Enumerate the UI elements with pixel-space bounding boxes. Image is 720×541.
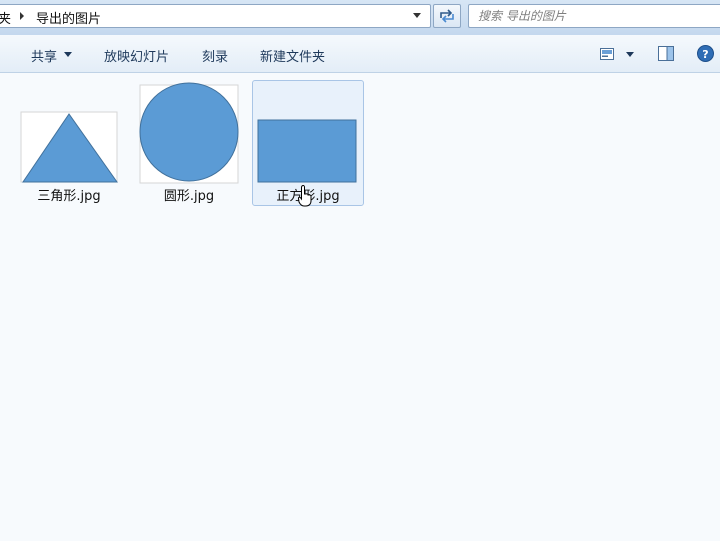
share-dropdown-icon[interactable]	[64, 52, 72, 57]
search-box[interactable]	[468, 4, 720, 28]
file-item-circle[interactable]: 圆形.jpg	[133, 80, 245, 206]
triangle-thumbnail[interactable]	[14, 81, 126, 185]
preview-pane-icon[interactable]	[658, 46, 674, 61]
circle-thumbnail[interactable]	[134, 81, 246, 185]
address-bar-row: 夹 导出的图片	[0, 0, 720, 35]
breadcrumb-separator-icon[interactable]	[20, 12, 24, 20]
breadcrumb-parent[interactable]: 夹	[0, 8, 11, 27]
share-button[interactable]: 共享	[31, 46, 57, 65]
file-name-label[interactable]: 圆形.jpg	[134, 185, 244, 204]
address-bar[interactable]: 夹 导出的图片	[0, 4, 431, 28]
new-folder-button[interactable]: 新建文件夹	[260, 46, 325, 65]
change-view-icon[interactable]	[600, 48, 614, 60]
file-name-label[interactable]: 三角形.jpg	[14, 185, 124, 204]
rectangle-thumbnail[interactable]	[253, 81, 365, 185]
refresh-icon	[440, 9, 454, 23]
search-input[interactable]	[478, 7, 708, 25]
help-icon[interactable]: ?	[697, 45, 714, 62]
file-list[interactable]: 三角形.jpg 圆形.jpg 正方形.jpg	[0, 73, 720, 541]
address-history-dropdown-icon[interactable]	[413, 13, 421, 18]
hand-cursor-icon	[298, 185, 312, 207]
file-item-triangle[interactable]: 三角形.jpg	[13, 80, 125, 206]
refresh-button[interactable]	[433, 4, 461, 28]
slideshow-button[interactable]: 放映幻灯片	[104, 46, 169, 65]
command-toolbar: 共享 放映幻灯片 刻录 新建文件夹 ?	[0, 35, 720, 73]
breadcrumb-current[interactable]: 导出的图片	[36, 8, 101, 27]
burn-button[interactable]: 刻录	[202, 46, 228, 65]
view-options-dropdown-icon[interactable]	[626, 52, 634, 57]
svg-text:?: ?	[702, 48, 708, 61]
